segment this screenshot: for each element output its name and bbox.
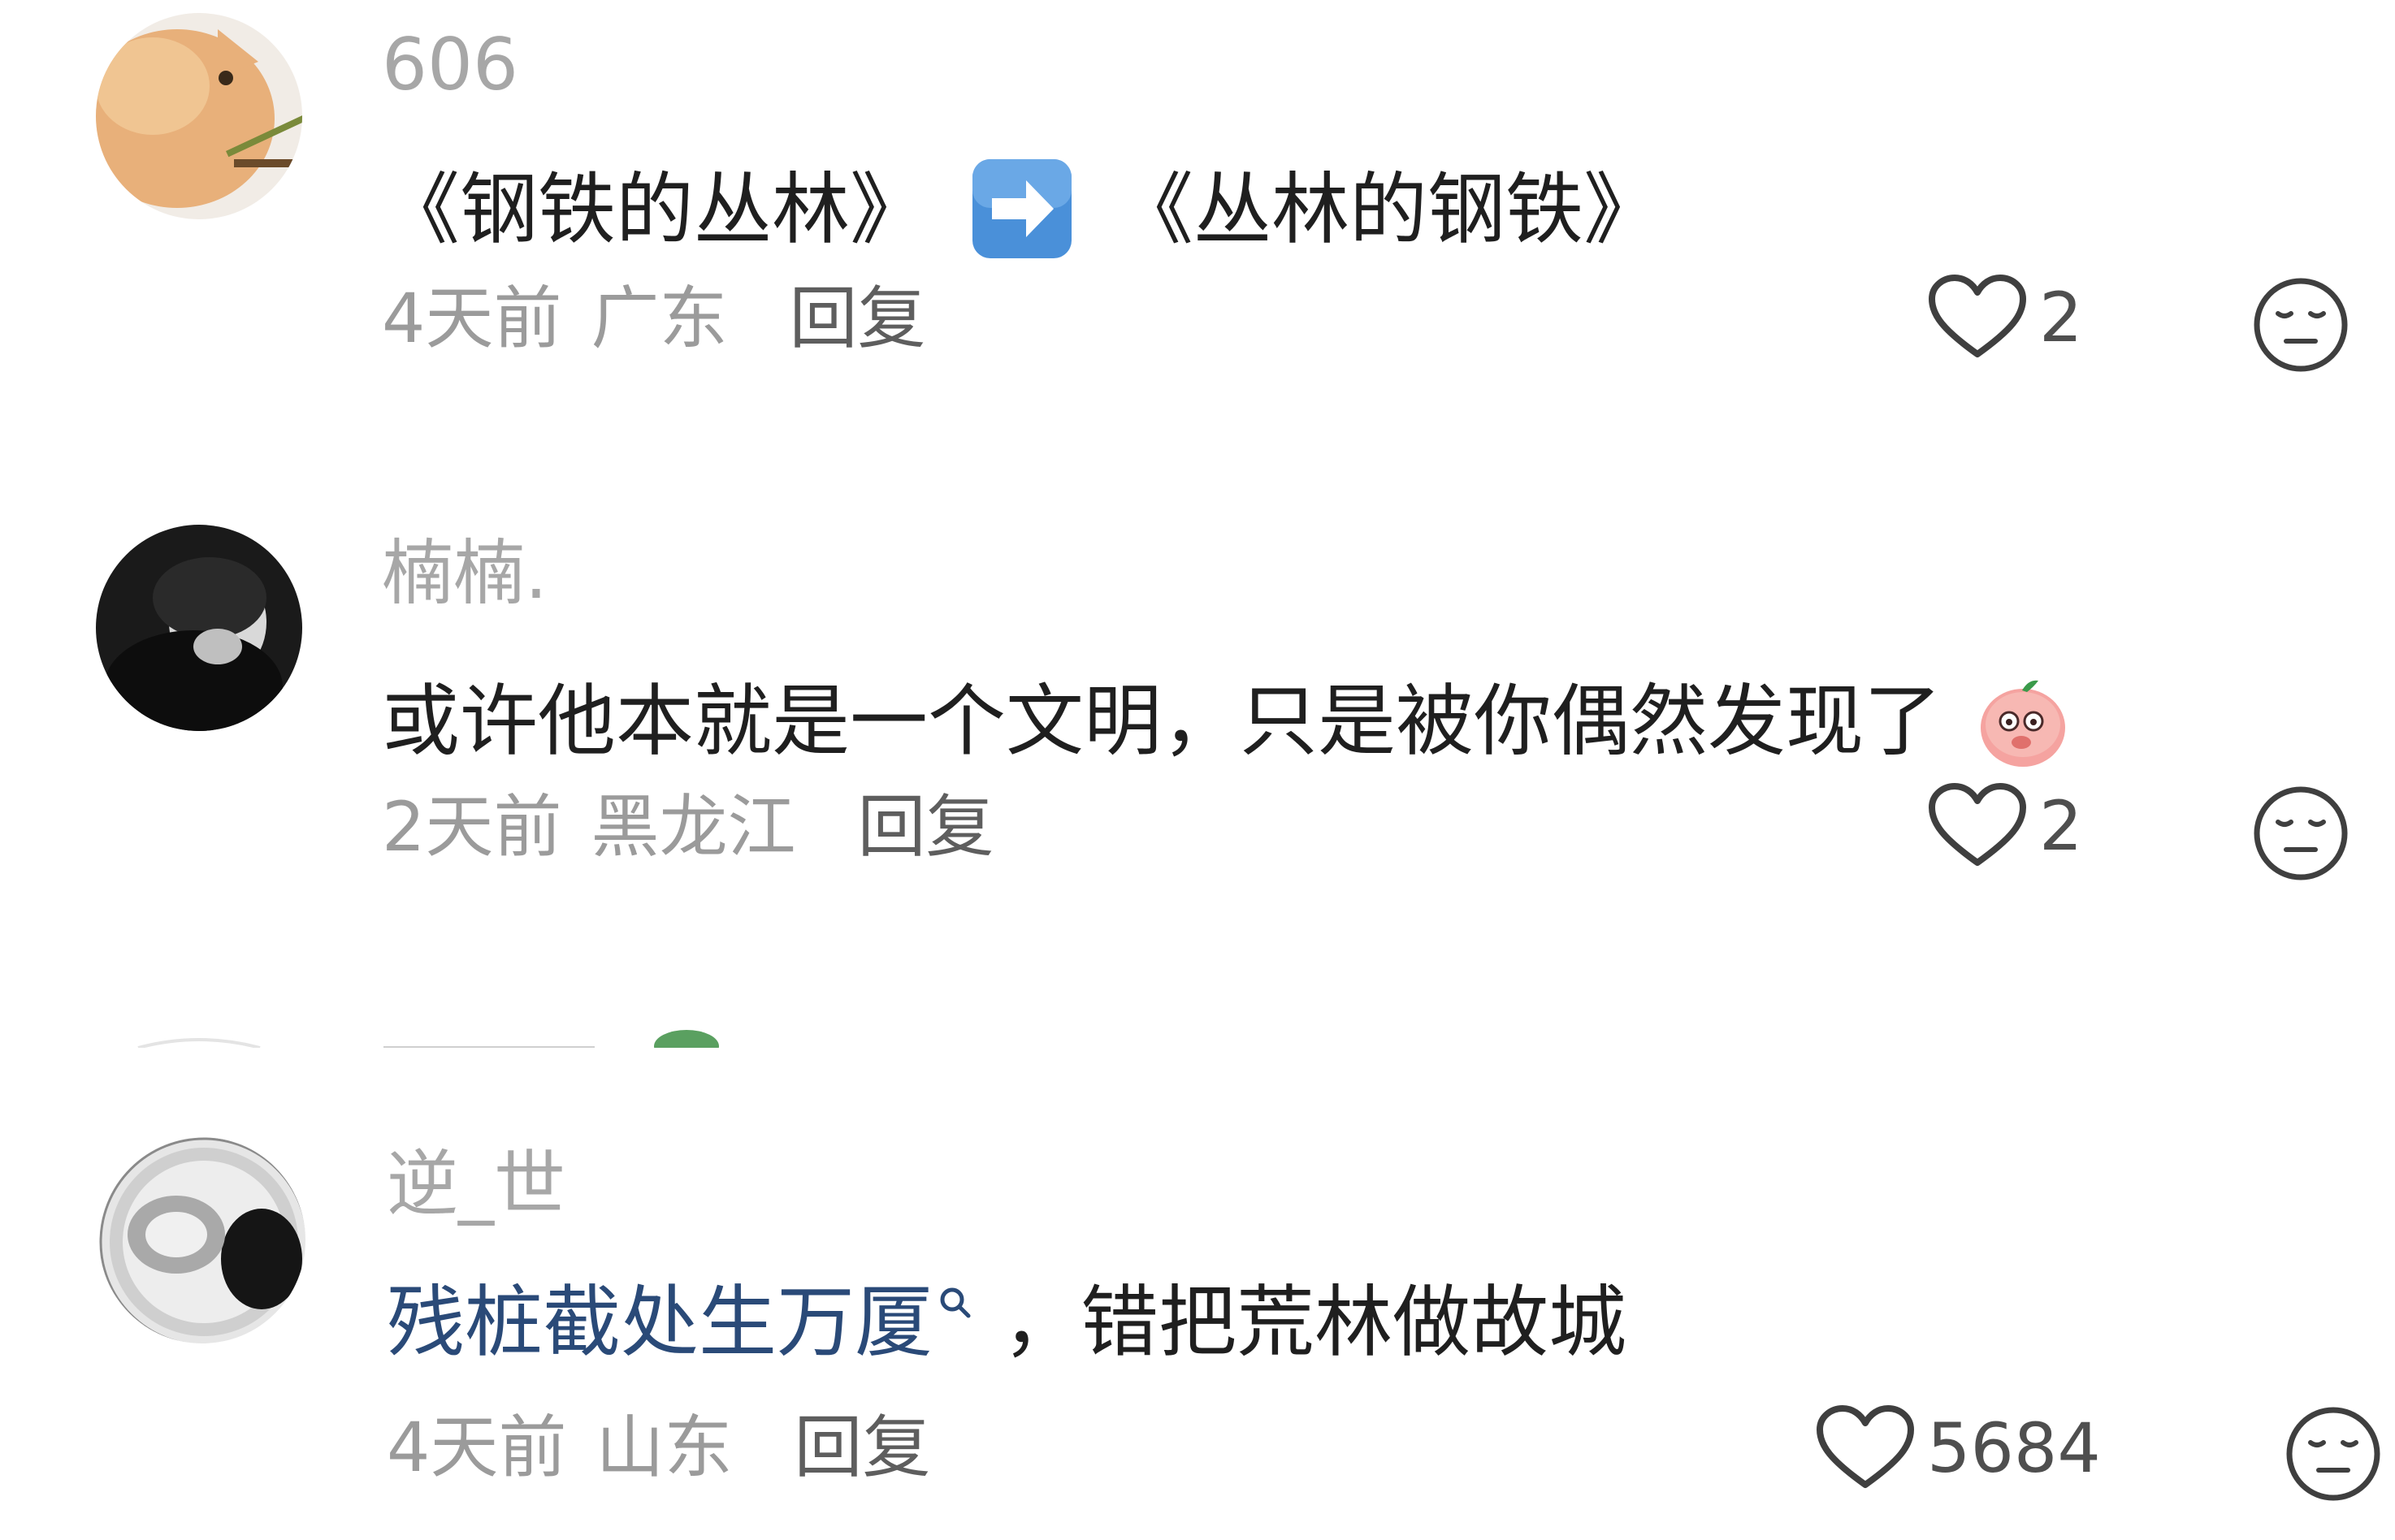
- heart-icon: [1929, 275, 2026, 357]
- dislike-face-icon[interactable]: [2252, 276, 2350, 374]
- comment-text-part: ，错把荒林做故城: [1003, 1277, 1626, 1368]
- comment-text: 《钢铁的丛林》 《丛林的钢铁》: [382, 156, 1661, 274]
- like-button[interactable]: 5684: [1815, 1404, 2101, 1493]
- heart-icon: [1929, 783, 2026, 866]
- comment-list: 606 《钢铁的丛林》 《丛林的钢铁》 4天前 广东 回复 2 楠楠. 或许他本…: [0, 0, 2395, 1540]
- like-button[interactable]: 2: [1927, 781, 2082, 871]
- avatar[interactable]: [99, 1137, 305, 1343]
- like-button[interactable]: 2: [1927, 273, 2082, 362]
- comment-meta: 4天前 广东 回复: [382, 284, 925, 353]
- avatar[interactable]: [96, 13, 302, 219]
- reply-button[interactable]: 回复: [789, 279, 925, 358]
- comment-text: 或许他本就是一个文明，只是被你偶然发现了: [382, 668, 2076, 785]
- shy-peach-emoji: [1970, 668, 2076, 785]
- username[interactable]: 逆_世: [387, 1149, 565, 1220]
- comment-time: 4天前: [382, 279, 562, 358]
- comment-text-part: 《丛林的钢铁》: [1115, 163, 1662, 255]
- heart-icon: [1817, 1405, 1914, 1488]
- dislike-face-icon[interactable]: [2252, 785, 2350, 882]
- like-count: 2: [2039, 278, 2083, 357]
- comment-region: 广东: [591, 279, 728, 358]
- dislike-face-icon[interactable]: [2285, 1405, 2382, 1503]
- like-count: 5684: [1927, 1408, 2101, 1488]
- search-icon: [940, 1287, 971, 1318]
- search-topic-link[interactable]: 残桩截处生万厦: [387, 1277, 973, 1368]
- right-arrow-emoji: [969, 156, 1075, 274]
- comment-time: 2天前: [382, 787, 562, 867]
- comment-region: 山东: [596, 1408, 733, 1487]
- username[interactable]: 606: [382, 29, 518, 101]
- search-topic-text: 残桩截处生万厦: [387, 1277, 933, 1368]
- comment-time: 4天前: [387, 1408, 567, 1487]
- comment-meta: 4天前 山东 回复: [387, 1413, 930, 1482]
- username[interactable]: 楠楠.: [382, 538, 548, 609]
- like-count: 2: [2039, 786, 2083, 866]
- reply-button[interactable]: 回复: [794, 1408, 930, 1487]
- reply-button[interactable]: 回复: [857, 787, 994, 867]
- comment-meta: 2天前 黑龙江 回复: [382, 793, 994, 861]
- comment-text-part: 《钢铁的丛林》: [382, 163, 928, 255]
- clipped-comment-edge: [0, 1023, 2395, 1048]
- comment-region: 黑龙江: [591, 787, 796, 867]
- comment-text: 残桩截处生万厦 ，错把荒林做故城: [387, 1283, 1626, 1361]
- avatar[interactable]: [96, 525, 302, 731]
- comment-text-part: 或许他本就是一个文明，只是被你偶然发现了: [382, 675, 1942, 767]
